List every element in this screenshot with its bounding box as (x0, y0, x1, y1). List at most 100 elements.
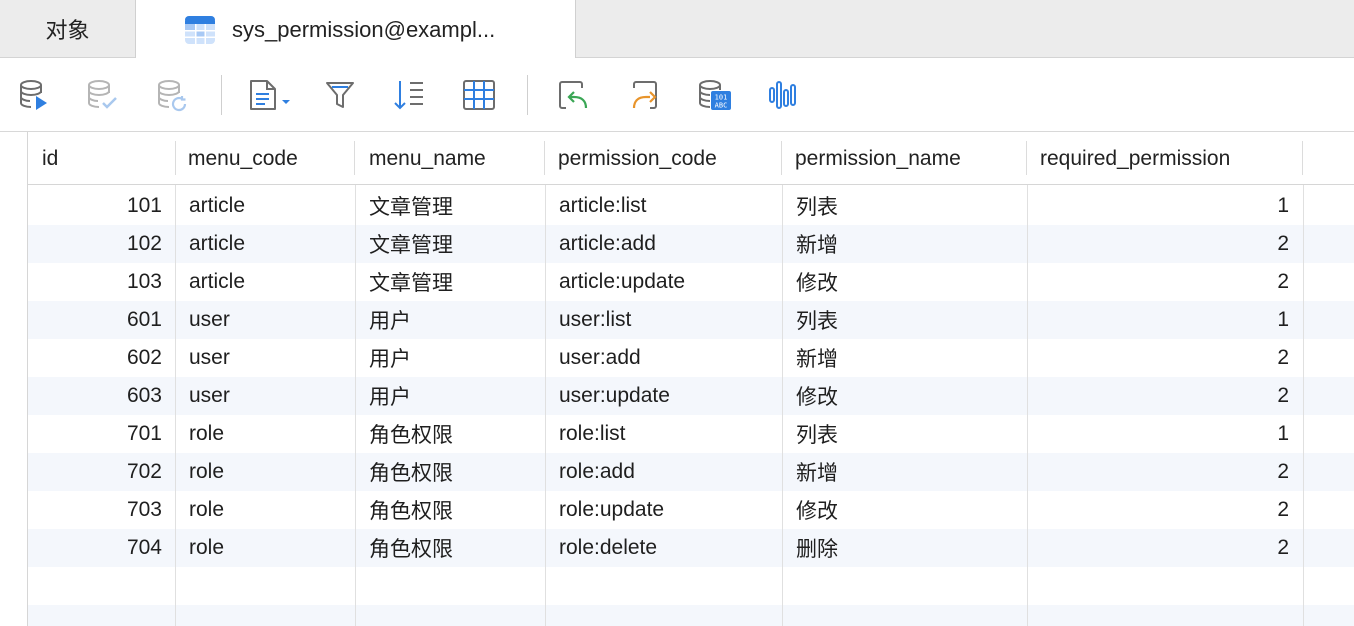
cell-menu-name[interactable]: 文章管理 (355, 187, 545, 225)
column-header-permission-code[interactable]: permission_code (544, 132, 782, 185)
redo-button[interactable] (625, 77, 661, 113)
cell-menu-code[interactable]: article (175, 187, 355, 225)
table-row[interactable]: 703 role 角色权限 role:update 修改 2 (28, 491, 1354, 529)
cell-required-permission[interactable]: 2 (1027, 225, 1303, 263)
cell-menu-name[interactable]: 文章管理 (355, 263, 545, 301)
sort-icon (394, 81, 423, 110)
tab-table-sys-permission[interactable]: sys_permission@exampl... (136, 0, 576, 59)
cell-permission-code[interactable]: user:update (545, 377, 782, 415)
cell-menu-name[interactable]: 用户 (355, 377, 545, 415)
cell-id[interactable]: 704 (28, 529, 176, 567)
cell-required-permission[interactable]: 2 (1027, 339, 1303, 377)
cell-menu-code[interactable]: user (175, 339, 355, 377)
grid-view-button[interactable] (461, 77, 497, 113)
cell-permission-name[interactable]: 列表 (782, 415, 1027, 453)
cell-permission-code[interactable]: role:list (545, 415, 782, 453)
undo-icon (559, 81, 588, 109)
table-row[interactable] (28, 567, 1354, 605)
cell-required-permission[interactable]: 1 (1027, 187, 1303, 225)
cell-menu-code[interactable]: role (175, 453, 355, 491)
cell-permission-code[interactable]: article:update (545, 263, 782, 301)
data-types-icon: 101 ABC (699, 80, 731, 110)
cell-id[interactable]: 601 (28, 301, 176, 339)
cell-id[interactable]: 103 (28, 263, 176, 301)
data-types-button[interactable]: 101 ABC (696, 77, 732, 113)
tab-objects[interactable]: 对象 (0, 0, 136, 58)
cell-menu-code[interactable]: article (175, 263, 355, 301)
column-header-label: required_permission (1040, 146, 1231, 170)
cell-permission-name[interactable]: 新增 (782, 225, 1027, 263)
cell-required-permission[interactable]: 1 (1027, 415, 1303, 453)
cell-menu-code[interactable]: user (175, 301, 355, 339)
cell-menu-code[interactable]: role (175, 491, 355, 529)
cell-menu-name[interactable]: 角色权限 (355, 415, 545, 453)
cell-permission-name[interactable]: 列表 (782, 301, 1027, 339)
run-query-button[interactable] (16, 77, 52, 113)
cell-id[interactable]: 603 (28, 377, 176, 415)
cell-permission-name[interactable]: 修改 (782, 377, 1027, 415)
table-row[interactable]: 704 role 角色权限 role:delete 删除 2 (28, 529, 1354, 567)
chart-button[interactable] (766, 77, 802, 113)
cell-permission-code[interactable]: role:add (545, 453, 782, 491)
column-header-permission-name[interactable]: permission_name (781, 132, 1027, 185)
commit-button[interactable] (84, 77, 120, 113)
table-row[interactable]: 702 role 角色权限 role:add 新增 2 (28, 453, 1354, 491)
table-row[interactable]: 103 article 文章管理 article:update 修改 2 (28, 263, 1354, 301)
cell-required-permission[interactable]: 2 (1027, 377, 1303, 415)
cell-menu-code[interactable]: article (175, 225, 355, 263)
cell-menu-code[interactable]: user (175, 377, 355, 415)
cell-id[interactable]: 602 (28, 339, 176, 377)
cell-permission-name[interactable]: 新增 (782, 453, 1027, 491)
cell-id[interactable]: 701 (28, 415, 176, 453)
cell-menu-name[interactable]: 用户 (355, 301, 545, 339)
tab-bar: 对象 sys_permission@exampl... (0, 0, 1354, 59)
table-row[interactable]: 603 user 用户 user:update 修改 2 (28, 377, 1354, 415)
column-header-menu-name[interactable]: menu_name (355, 132, 545, 185)
column-header-required-permission[interactable]: required_permission (1026, 132, 1303, 185)
table-row[interactable]: 102 article 文章管理 article:add 新增 2 (28, 225, 1354, 263)
filter-button[interactable] (322, 77, 358, 113)
table-row[interactable]: 101 article 文章管理 article:list 列表 1 (28, 187, 1354, 225)
column-divider (355, 185, 356, 626)
table-row[interactable]: 701 role 角色权限 role:list 列表 1 (28, 415, 1354, 453)
sort-button[interactable] (391, 77, 427, 113)
table-row[interactable]: 601 user 用户 user:list 列表 1 (28, 301, 1354, 339)
cell-menu-name[interactable]: 角色权限 (355, 453, 545, 491)
cell-required-permission[interactable]: 2 (1027, 529, 1303, 567)
text-view-button[interactable] (246, 77, 294, 113)
cell-id[interactable]: 702 (28, 453, 176, 491)
cell-permission-name[interactable]: 新增 (782, 339, 1027, 377)
cell-permission-name[interactable]: 修改 (782, 491, 1027, 529)
cell-id[interactable]: 101 (28, 187, 176, 225)
cell-menu-name[interactable]: 角色权限 (355, 491, 545, 529)
cell-permission-code[interactable]: role:delete (545, 529, 782, 567)
cell-required-permission[interactable]: 2 (1027, 453, 1303, 491)
cell-permission-code[interactable]: user:add (545, 339, 782, 377)
cell-menu-name[interactable]: 用户 (355, 339, 545, 377)
cell-permission-name[interactable]: 修改 (782, 263, 1027, 301)
cell-permission-code[interactable]: user:list (545, 301, 782, 339)
cell-menu-name[interactable]: 角色权限 (355, 529, 545, 567)
cell-permission-code[interactable]: article:add (545, 225, 782, 263)
cell-id[interactable]: 102 (28, 225, 176, 263)
cell-menu-code[interactable]: role (175, 415, 355, 453)
undo-button[interactable] (555, 77, 591, 113)
table-row[interactable] (28, 605, 1354, 626)
cell-permission-name[interactable]: 删除 (782, 529, 1027, 567)
cell-permission-code[interactable]: role:update (545, 491, 782, 529)
column-header-id[interactable]: id (28, 132, 176, 185)
cell-menu-name[interactable]: 文章管理 (355, 225, 545, 263)
cell-id[interactable]: 703 (28, 491, 176, 529)
cell-permission-name[interactable]: 列表 (782, 187, 1027, 225)
table-icon (185, 15, 215, 44)
column-header-menu-code[interactable]: menu_code (174, 132, 355, 185)
chart-icon (769, 81, 796, 109)
cell-menu-code[interactable]: role (175, 529, 355, 567)
cell-required-permission[interactable]: 2 (1027, 263, 1303, 301)
table-row[interactable]: 602 user 用户 user:add 新增 2 (28, 339, 1354, 377)
cell-required-permission[interactable]: 1 (1027, 301, 1303, 339)
rollback-button[interactable] (154, 77, 190, 113)
cell-required-permission[interactable]: 2 (1027, 491, 1303, 529)
cell-permission-code[interactable]: article:list (545, 187, 782, 225)
column-divider (545, 185, 546, 626)
